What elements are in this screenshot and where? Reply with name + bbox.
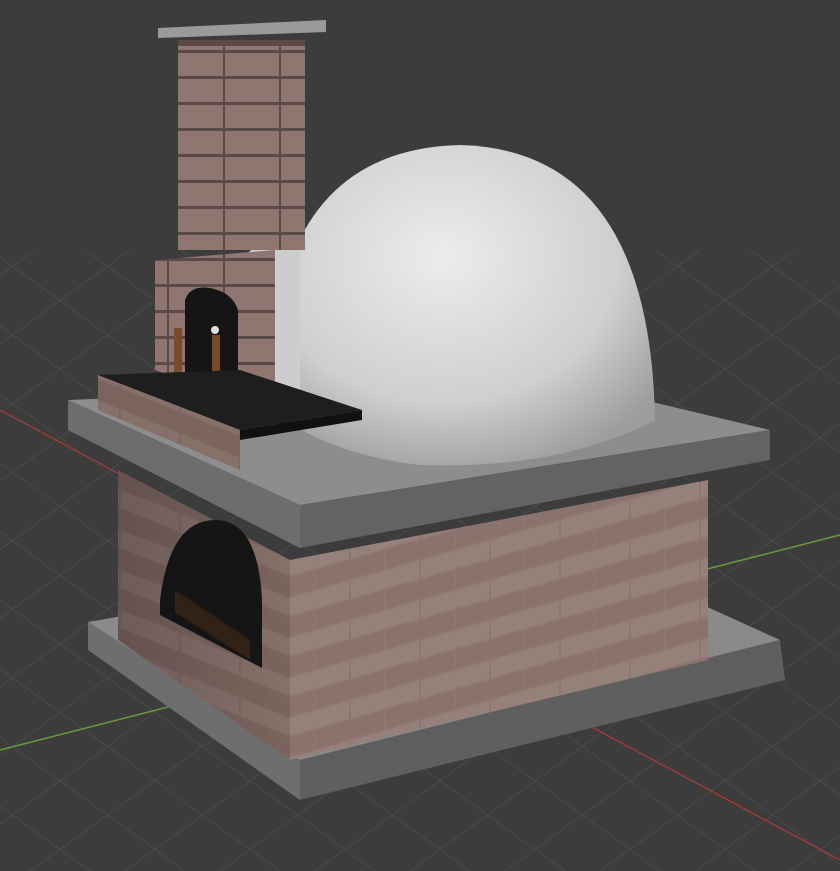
grid-line	[789, 834, 840, 871]
grid-line	[0, 249, 131, 345]
grid-line	[0, 805, 91, 871]
grid-line	[0, 249, 36, 276]
3d-viewport[interactable]	[0, 0, 840, 871]
chimney	[158, 20, 326, 250]
grid-line	[0, 250, 35, 871]
grid-line	[749, 249, 840, 316]
render-canvas[interactable]	[0, 0, 840, 871]
